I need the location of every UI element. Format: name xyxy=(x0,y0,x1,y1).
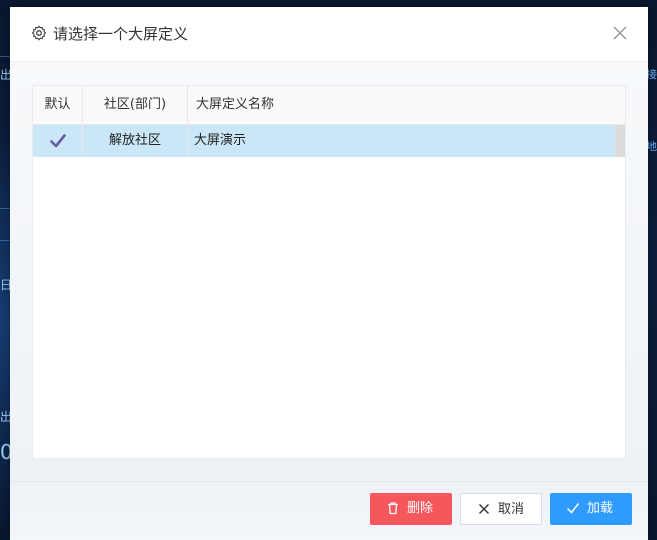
close-icon xyxy=(613,26,627,40)
load-button[interactable]: 加载 xyxy=(550,493,632,525)
load-label: 加载 xyxy=(587,501,614,516)
column-header-default[interactable]: 默认 xyxy=(33,86,83,124)
table-header: 默认 社区(部门) 大屏定义名称 xyxy=(33,86,625,125)
check-icon xyxy=(566,503,580,514)
cancel-label: 取消 xyxy=(498,502,525,517)
check-icon xyxy=(49,134,66,148)
close-icon xyxy=(479,504,489,514)
background-divider xyxy=(0,240,10,241)
gear-icon xyxy=(31,25,47,41)
column-header-community[interactable]: 社区(部门) xyxy=(83,86,188,124)
delete-label: 删除 xyxy=(407,501,434,516)
screen-name-cell: 大屏演示 xyxy=(194,133,247,148)
dialog-footer: 删除 取消 加载 xyxy=(10,481,648,540)
delete-button[interactable]: 删除 xyxy=(370,493,452,525)
dialog-header: 请选择一个大屏定义 xyxy=(10,7,648,62)
dialog-body: 默认 社区(部门) 大屏定义名称 解放社区 大屏演示 xyxy=(10,62,648,481)
select-screen-dialog: 请选择一个大屏定义 默认 社区(部门) 大屏定义名称 解放社区 大屏演示 删除 … xyxy=(10,7,648,540)
cancel-button[interactable]: 取消 xyxy=(460,493,542,525)
background-divider xyxy=(0,208,10,209)
column-header-name[interactable]: 大屏定义名称 xyxy=(188,86,626,124)
trash-icon xyxy=(388,502,398,515)
community-cell: 解放社区 xyxy=(83,125,188,157)
default-check-cell[interactable] xyxy=(33,125,83,157)
screen-definition-table: 默认 社区(部门) 大屏定义名称 解放社区 大屏演示 xyxy=(32,85,626,459)
close-button[interactable] xyxy=(610,23,630,43)
table-row[interactable]: 解放社区 大屏演示 xyxy=(33,125,615,157)
background-divider xyxy=(0,56,10,57)
table-scrollbar[interactable] xyxy=(615,125,625,157)
dialog-title: 请选择一个大屏定义 xyxy=(53,25,189,43)
